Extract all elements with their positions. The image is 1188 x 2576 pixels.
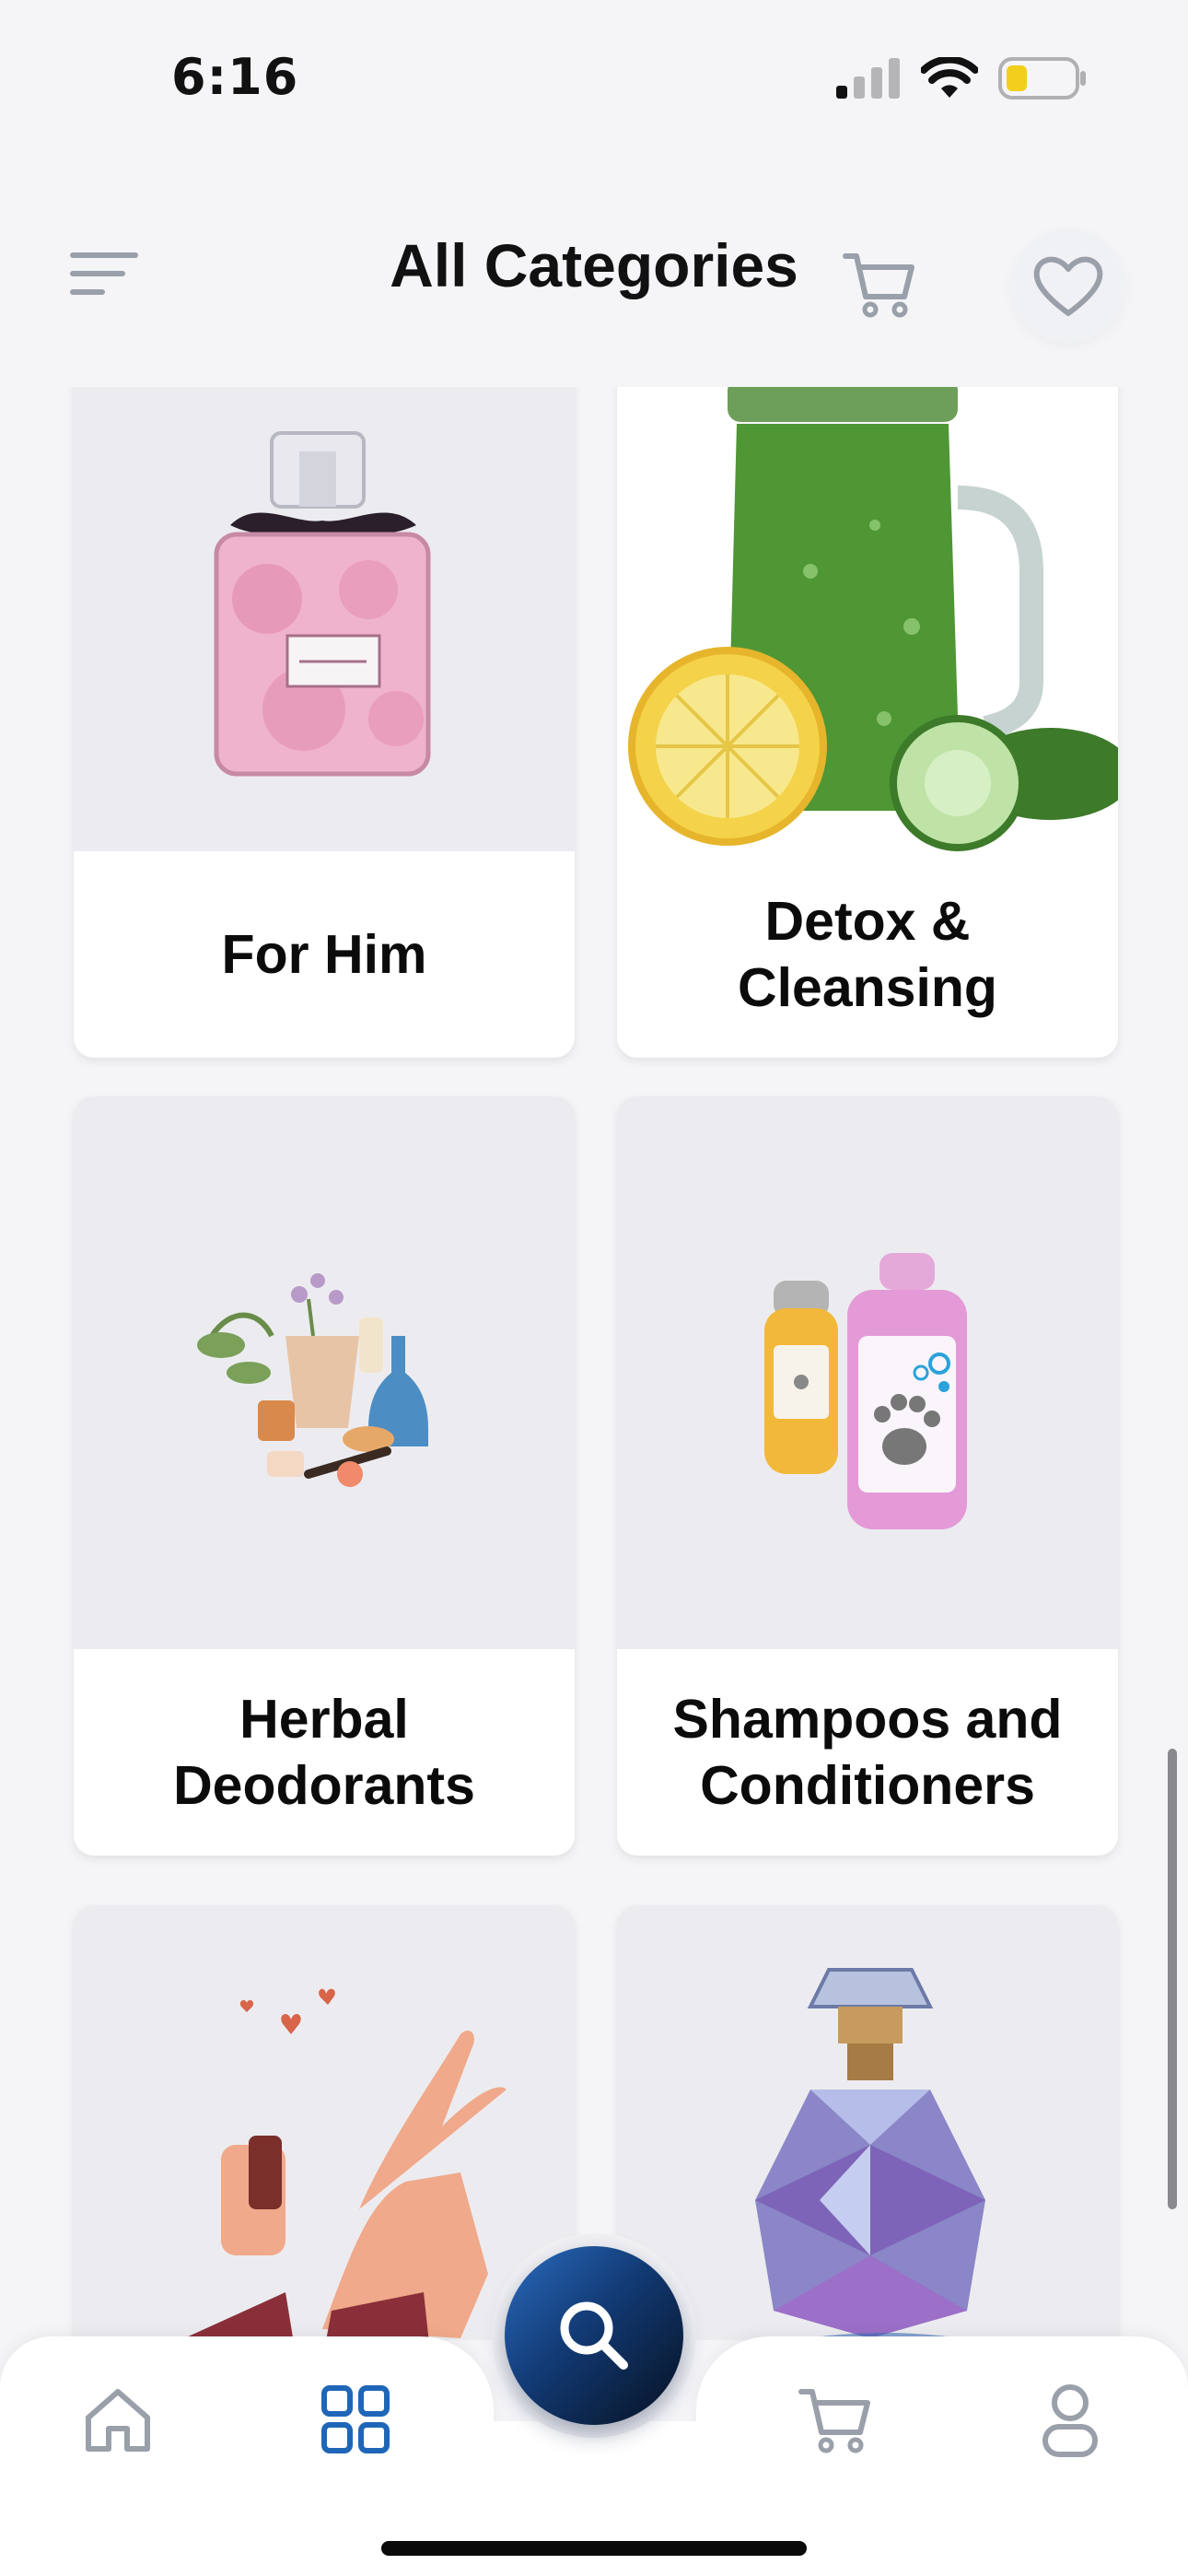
- category-label: Herbal Deodorants: [173, 1689, 475, 1816]
- category-card-detox-cleansing[interactable]: Detox & Cleansing: [617, 387, 1118, 1058]
- nav-profile[interactable]: [1024, 2373, 1116, 2465]
- green-smoothie-image: [628, 387, 1118, 851]
- hands-perfume-image: [183, 1988, 507, 2340]
- wishlist-button[interactable]: [1011, 228, 1125, 343]
- category-grid[interactable]: For Him Detox & Cleansing Herbal Deodora…: [0, 387, 1188, 2340]
- nav-categories[interactable]: [309, 2373, 402, 2465]
- category-card-herbal-deodorants[interactable]: Herbal Deodorants: [74, 1096, 575, 1856]
- cart-icon: [798, 2389, 870, 2453]
- status-time: 6:16: [171, 48, 299, 106]
- category-image: [74, 387, 575, 851]
- pet-shampoo-image: [764, 1253, 967, 1529]
- category-label: Shampoos and Conditioners: [672, 1689, 1063, 1816]
- nav-home[interactable]: [72, 2373, 164, 2465]
- heart-icon: [1033, 256, 1103, 316]
- cart-icon: [843, 253, 914, 318]
- category-image: [617, 387, 1118, 851]
- status-icons: [836, 57, 1087, 100]
- home-icon: [86, 2389, 150, 2452]
- search-icon: [560, 2301, 628, 2370]
- signal-icon: [836, 58, 900, 99]
- category-image: [617, 1096, 1118, 1649]
- bottom-navigation: [0, 2246, 1188, 2576]
- category-image: [617, 1905, 1118, 2340]
- category-image: [74, 1096, 575, 1649]
- status-bar: 6:16: [0, 0, 1188, 157]
- battery-icon: [998, 57, 1086, 100]
- category-card[interactable]: [617, 1905, 1118, 2340]
- category-card-for-him[interactable]: For Him: [74, 387, 575, 1058]
- category-image: [74, 1905, 575, 2340]
- home-indicator: [381, 2541, 807, 2556]
- top-app-bar: All Categories: [0, 212, 1188, 359]
- scroll-indicator[interactable]: [1168, 1749, 1177, 2209]
- header-cart-button[interactable]: [823, 228, 934, 339]
- category-label: For Him: [221, 924, 427, 985]
- category-card-shampoos-conditioners[interactable]: Shampoos and Conditioners: [617, 1096, 1118, 1856]
- category-label: Detox & Cleansing: [738, 891, 997, 1018]
- crystal-perfume-image: [755, 1968, 985, 2340]
- wifi-icon: [921, 57, 978, 98]
- herbal-jars-image: [197, 1273, 428, 1487]
- perfume-bottle-image: [214, 431, 431, 777]
- search-button[interactable]: [505, 2246, 683, 2425]
- categories-icon: [321, 2385, 390, 2453]
- profile-icon: [1042, 2384, 1098, 2457]
- page-title: All Categories: [390, 231, 798, 299]
- nav-cart[interactable]: [788, 2373, 880, 2465]
- category-card[interactable]: [74, 1905, 575, 2340]
